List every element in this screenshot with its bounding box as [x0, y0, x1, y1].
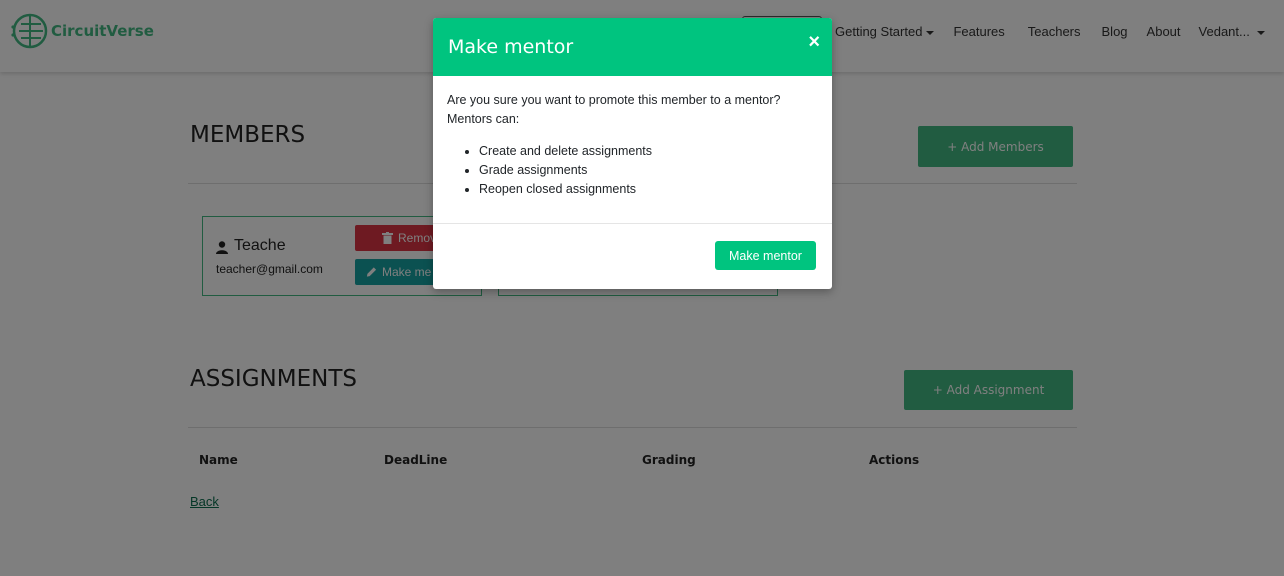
make-mentor-confirm-button[interactable]: Make mentor [715, 241, 816, 270]
list-item: Grade assignments [479, 161, 819, 180]
make-mentor-dialog: Make mentor × Are you sure you want to p… [433, 18, 832, 289]
mentor-abilities-list: Create and delete assignments Grade assi… [447, 142, 819, 199]
modal-footer-divider [433, 223, 832, 224]
modal-body: Are you sure you want to promote this me… [447, 91, 819, 199]
modal-title: Make mentor [448, 36, 574, 58]
modal-header: Make mentor × [433, 18, 832, 76]
modal-intro: Mentors can: [447, 112, 520, 126]
close-icon[interactable]: × [808, 32, 820, 52]
modal-question: Are you sure you want to promote this me… [447, 93, 781, 107]
list-item: Reopen closed assignments [479, 180, 819, 199]
list-item: Create and delete assignments [479, 142, 819, 161]
